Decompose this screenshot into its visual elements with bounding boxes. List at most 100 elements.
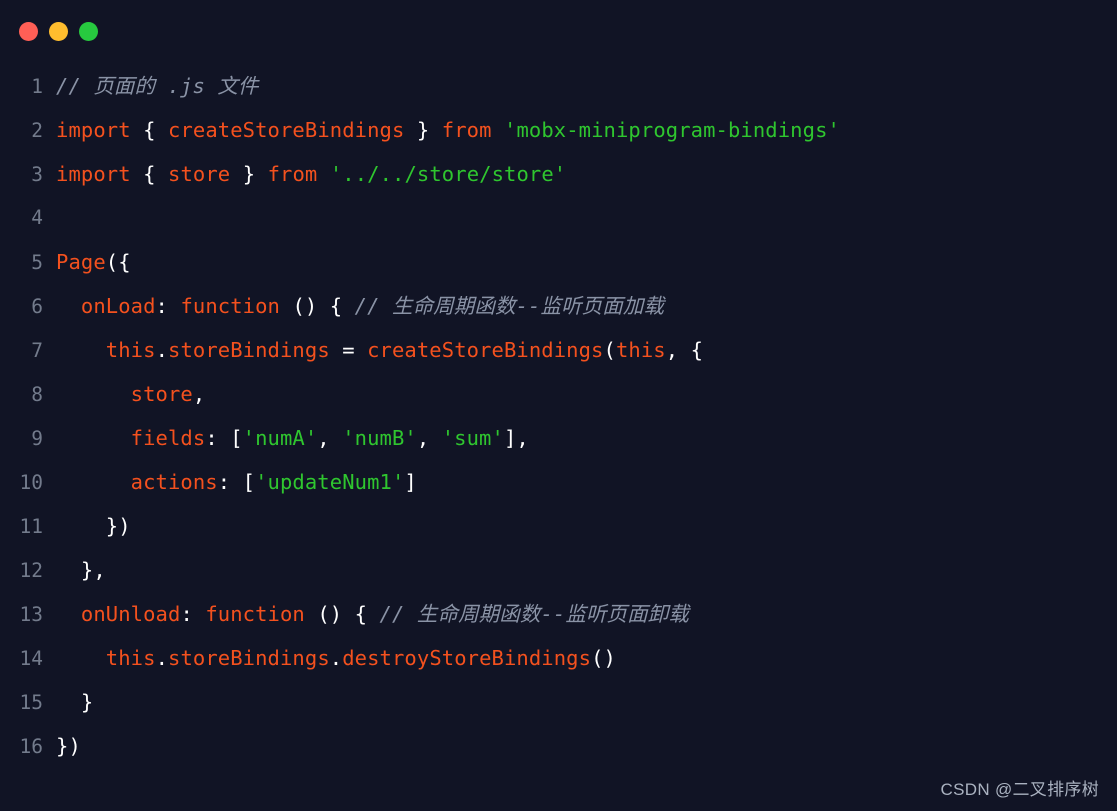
code-token: 'sum' [441,426,504,450]
code-token: onUnload [80,602,181,626]
code-line-content: actions: ['updateNum1'] [56,460,1117,504]
line-number: 11 [19,515,43,538]
code-line: 5 Page({ [14,240,1117,284]
line-number: 8 [31,383,43,406]
code-token: , [317,426,343,450]
close-button[interactable] [19,21,38,41]
code-token: . [329,646,343,670]
code-line-content: import { createStoreBindings } from 'mob… [56,108,1117,152]
code-token: this [615,338,666,362]
code-line-content: onLoad: function () { // 生命周期函数--监听页面加载 [56,284,1117,328]
code-token: }) [56,514,131,538]
line-number: 5 [31,251,43,274]
code-line-content: onUnload: function () { // 生命周期函数--监听页面卸… [56,592,1117,636]
code-window: 1 // 页面的 .js 文件 2 import { createStoreBindi… [0,0,1117,811]
code-token: , [416,426,442,450]
code-line-content: }) [56,724,1117,768]
code-line: 6 onLoad: function () { // 生命周期函数--监听页面加… [14,284,1117,328]
code-line: 11 }) [14,504,1117,548]
code-token: ({ [105,250,131,274]
maximize-button[interactable] [79,21,98,41]
code-token: () [591,646,616,670]
code-token: , [192,382,206,406]
code-line: 2 import { createStoreBindings } from 'mo… [14,108,1117,152]
line-number: 2 [31,119,43,142]
code-line: 4 [14,196,1117,240]
code-token: }, [56,558,106,582]
line-number: 12 [19,559,43,582]
code-token: destroyStoreBindings [342,646,592,670]
code-token: function [205,602,305,626]
code-token: } [56,690,94,714]
code-line: 1 // 页面的 .js 文件 [14,64,1117,108]
code-line: 15 } [14,680,1117,724]
line-number: 16 [19,735,43,758]
code-line: 12 }, [14,548,1117,592]
code-token: ], [503,426,529,450]
code-token: this [105,338,156,362]
code-token: function [180,294,280,318]
code-line-content: store, [56,372,1117,416]
code-token: store [130,382,193,406]
code-token: import [56,118,131,142]
code-token: store [168,162,231,186]
code-token: { [143,118,156,142]
code-line: 9 fields: ['numA', 'numB', 'sum'], [14,416,1117,460]
code-token: Page [56,250,106,274]
code-line: 13 onUnload: function () { // 生命周期函数--监听… [14,592,1117,636]
code-token: () { [317,602,380,626]
line-number: 10 [19,471,43,494]
code-token: storeBindings [168,646,330,670]
line-number: 14 [19,647,43,670]
code-line-content: this.storeBindings = createStoreBindings… [56,328,1117,372]
code-token: } [242,162,256,186]
code-line: 16}) [14,724,1117,768]
code-token: 'numA' [242,426,318,450]
watermark: CSDN @二叉排序树 [940,780,1099,799]
code-token: = [329,338,368,362]
code-line: 3 import { store } from '../../store/stor… [14,152,1117,196]
code-token: '../../store/store' [329,162,567,186]
code-token: createStoreBindings [168,118,405,142]
code-line-content: }) [56,504,1117,548]
code-line-content: import { store } from '../../store/store… [56,152,1117,196]
code-token: . [155,646,169,670]
code-line-content: }, [56,548,1117,592]
code-token: . [155,338,169,362]
code-token: from [267,162,318,186]
code-line-content: } [56,680,1117,724]
line-number: 3 [31,163,43,186]
line-number: 6 [31,295,43,318]
line-number: 7 [31,339,43,362]
code-line-content: // 页面的 .js 文件 [56,64,1117,108]
code-line: 7 this.storeBindings = createStoreBindin… [14,328,1117,372]
code-block[interactable]: 1 // 页面的 .js 文件 2 import { createStoreBindi… [0,62,1117,768]
code-token: from [441,118,492,142]
line-number: 9 [31,427,43,450]
code-token: this [105,646,156,670]
minimize-button[interactable] [49,21,68,41]
code-token: onLoad [80,294,156,318]
code-token: fields [130,426,206,450]
code-token: // 生命周期函数--监听页面卸载 [379,602,689,626]
code-token: createStoreBindings [367,338,604,362]
code-token: ] [404,470,417,494]
code-token: : [180,602,206,626]
